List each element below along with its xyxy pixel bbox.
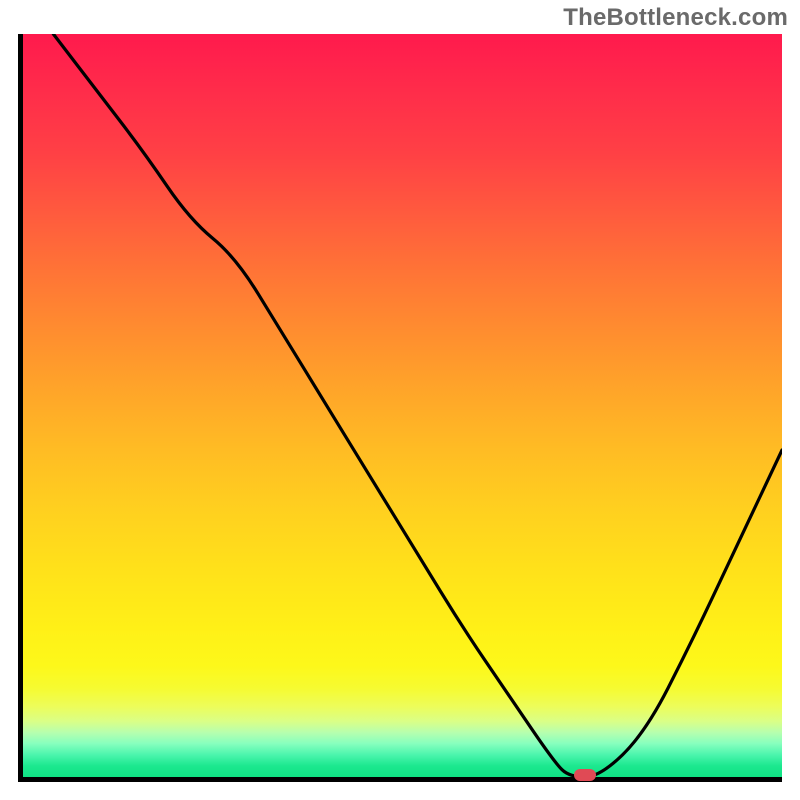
optimum-marker [574,769,596,781]
watermark-text: TheBottleneck.com [563,4,788,32]
bottleneck-curve [23,34,782,777]
plot-frame [18,34,782,782]
chart-container: TheBottleneck.com [0,0,800,800]
